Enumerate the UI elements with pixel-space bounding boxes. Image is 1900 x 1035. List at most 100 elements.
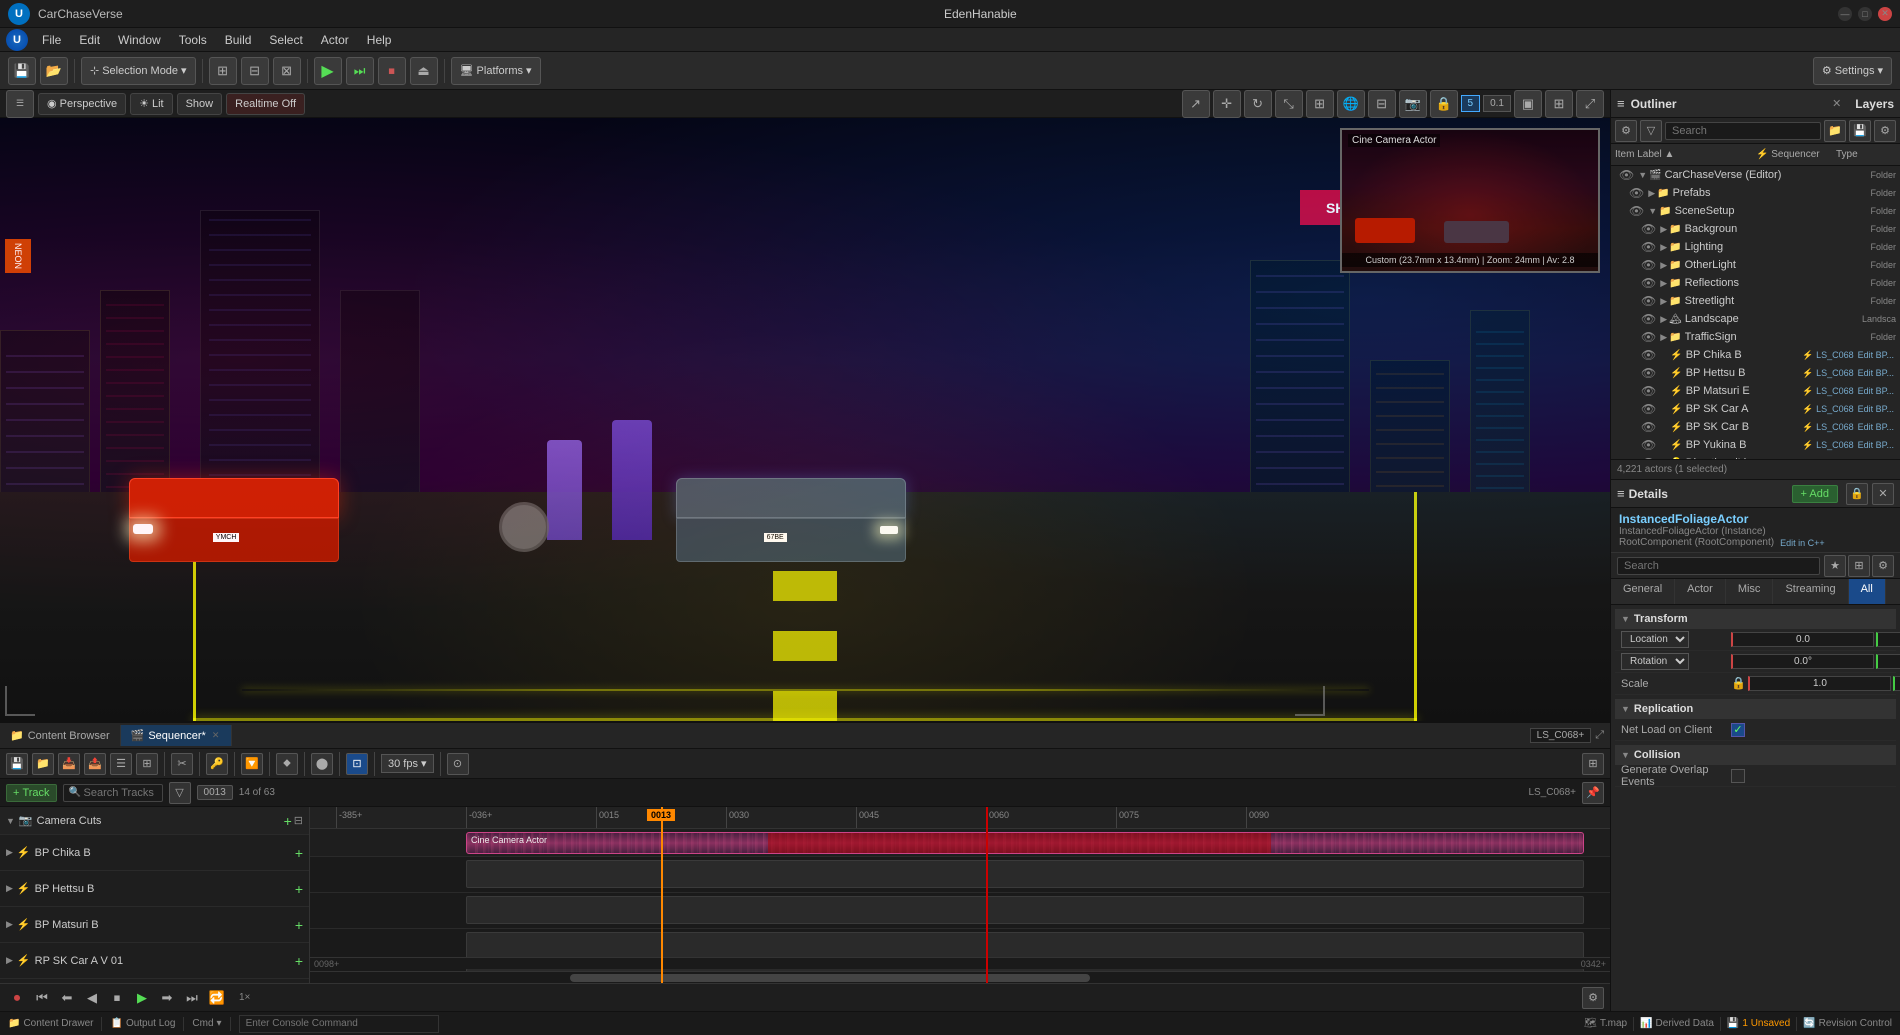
vp-select-icon[interactable]: ↗ [1182,90,1210,118]
tree-backgroun[interactable]: 👁 ▶ 📁 Backgroun Folder [1611,220,1900,238]
tab-actor[interactable]: Actor [1675,579,1726,604]
tree-streetlight[interactable]: 👁 ▶ 📁 Streetlight Folder [1611,292,1900,310]
tab-general[interactable]: General [1611,579,1675,604]
location-dropdown[interactable]: Location [1621,631,1689,648]
stop-btn[interactable]: ⏹ [378,57,406,85]
rotation-y[interactable] [1876,654,1900,669]
platforms-btn[interactable]: 🖥 Platforms ▾ [451,57,541,85]
seq-record-btn[interactable]: ⊙ [447,753,469,775]
seq-export-btn[interactable]: 📤 [84,753,106,775]
stop-playback-btn[interactable]: ⏹ [106,987,128,1009]
perspective-btn[interactable]: ◉ Perspective [38,93,126,115]
seq-key-btn[interactable]: 🔑 [206,753,228,775]
fps-dropdown[interactable]: 30 fps ▾ [381,754,434,773]
content-drawer-btn[interactable]: 📁 Content Drawer [8,1018,93,1029]
pb-settings-btn[interactable]: ⚙ [1582,987,1604,1009]
track-bphettsu-expand[interactable]: ▶ [6,883,13,894]
play-forward-btn[interactable]: ▶ [131,987,153,1009]
vp-overlay-icon[interactable]: ▣ [1514,90,1542,118]
transform-section-header[interactable]: ▼ Transform [1615,609,1896,629]
track-bphettsu-add[interactable]: + [295,881,303,897]
menu-window[interactable]: Window [110,31,169,49]
show-btn[interactable]: Show [177,93,223,115]
skip-to-end-btn[interactable]: ⏭ [181,987,203,1009]
generate-overlap-checkbox[interactable] [1731,769,1745,783]
scale-lock-icon[interactable]: 🔒 [1731,676,1746,691]
col-type[interactable]: Type [1836,149,1896,160]
edit-bp-bpmatsuri[interactable]: Edit BP... [1858,386,1894,396]
track-chika-timeline[interactable] [310,857,1610,893]
outliner-filter-btn[interactable]: ▽ [1640,120,1662,142]
vp-move-icon[interactable]: ✛ [1213,90,1241,118]
seq-filter-icon[interactable]: ▽ [169,782,191,804]
track-bpchika-expand[interactable]: ▶ [6,847,13,858]
seq-scrollbar[interactable] [310,971,1610,983]
menu-edit[interactable]: Edit [71,31,108,49]
toolbar-content[interactable]: 📂 [40,57,68,85]
camera-cuts-add[interactable]: + [284,813,292,829]
vp-grid-icon[interactable]: ⊟ [1368,90,1396,118]
track-bphettsu[interactable]: ▶ ⚡ BP Hettsu B + [0,871,309,907]
tmap-btn[interactable]: 🗺 T.map [1584,1018,1627,1029]
rotation-dropdown[interactable]: Rotation [1621,653,1689,670]
replication-section-header[interactable]: ▼ Replication [1615,699,1896,719]
unsaved-badge[interactable]: 💾 1 Unsaved [1727,1018,1790,1029]
tab-misc[interactable]: Misc [1726,579,1774,604]
loop-btn[interactable]: 🔁 [206,987,228,1009]
seq-folder-btn[interactable]: 📁 [32,753,54,775]
details-edit-cpp-btn[interactable]: Edit in C++ [1780,538,1825,548]
details-add-btn[interactable]: + Add [1792,485,1838,503]
track-chika-clip[interactable] [466,860,1584,888]
details-search-input[interactable] [1617,557,1820,575]
outliner-close[interactable]: ✕ [1832,97,1841,110]
vp-rotate-icon[interactable]: ↻ [1244,90,1272,118]
play-back-btn[interactable]: ◀ [81,987,103,1009]
tree-lighting[interactable]: 👁 ▶ 📁 Lighting Folder [1611,238,1900,256]
edit-bp-bpskcar[interactable]: Edit BP... [1858,404,1894,414]
tree-arrow-reflections[interactable]: ▶ [1660,278,1667,289]
step-back-btn[interactable]: ⬅ [56,987,78,1009]
tree-eye-landscape[interactable]: 👁 [1641,312,1656,326]
location-y[interactable] [1876,632,1900,647]
details-gear-btn[interactable]: ⚙ [1872,555,1894,577]
vp-camera-icon2[interactable]: 📷 [1399,90,1427,118]
tree-prefabs[interactable]: 👁 ▶ 📁 Prefabs Folder [1611,184,1900,202]
close-btn[interactable]: ✕ [1878,7,1892,21]
tree-eye-scenesetup[interactable]: 👁 [1629,204,1644,218]
sequencer-tab-close[interactable]: ✕ [210,730,222,741]
tree-eye-trafficsign[interactable]: 👁 [1641,330,1656,344]
track-bpmatsuri-expand[interactable]: ▶ [6,919,13,930]
camera-cuts-collapse[interactable]: ⊟ [294,814,303,827]
seq-knife-btn[interactable]: ✂ [171,753,193,775]
track-rpskcar-expand[interactable]: ▶ [6,955,13,966]
add-track-btn[interactable]: + Track [6,784,57,802]
vp-menu-btn[interactable]: ☰ [6,90,34,118]
tree-eye-bpmatsuri[interactable]: 👁 [1641,384,1656,398]
seq-expand-icon[interactable]: ⤢ [1595,729,1604,742]
seq-pin-btn[interactable]: 📌 [1582,782,1604,804]
tree-eye-otherlight[interactable]: 👁 [1641,258,1656,272]
step-forward-btn[interactable]: ➡ [156,987,178,1009]
menu-help[interactable]: Help [359,31,400,49]
console-input[interactable] [239,1015,439,1033]
toolbar-save[interactable]: 💾 [8,57,36,85]
seq-timeline[interactable]: -385+ -036+ 0015 0030 0045 0060 0075 009… [310,807,1610,983]
col-item-label[interactable]: Item Label ▲ [1615,149,1756,160]
seq-grid-btn[interactable]: ⊞ [136,753,158,775]
vp-maximize-icon[interactable]: ⤢ [1576,90,1604,118]
tree-arrow-carchaseverse[interactable]: ▼ [1638,170,1647,180]
scale-x[interactable] [1748,676,1891,691]
viewport-canvas[interactable]: SHUT NEON YMCH [0,118,1610,721]
tab-all[interactable]: All [1849,579,1886,604]
realtime-btn[interactable]: Realtime Off [226,93,305,115]
camera-cuts-timeline-row[interactable]: Cine Camera Actor [310,829,1610,857]
edit-bp-bpchikab[interactable]: Edit BP... [1858,350,1894,360]
seq-list-btn[interactable]: ☰ [110,753,132,775]
edit-bp-bpskcarp[interactable]: Edit BP... [1858,422,1894,432]
maximize-btn[interactable]: □ [1858,7,1872,21]
tree-eye-bpskcarp[interactable]: 👁 [1641,420,1656,434]
record-btn[interactable]: ⏺ [6,987,28,1009]
ue-menu-logo[interactable]: U [6,29,28,51]
output-log-btn[interactable]: 📋 Output Log [110,1018,175,1029]
scale-y[interactable] [1893,676,1900,691]
